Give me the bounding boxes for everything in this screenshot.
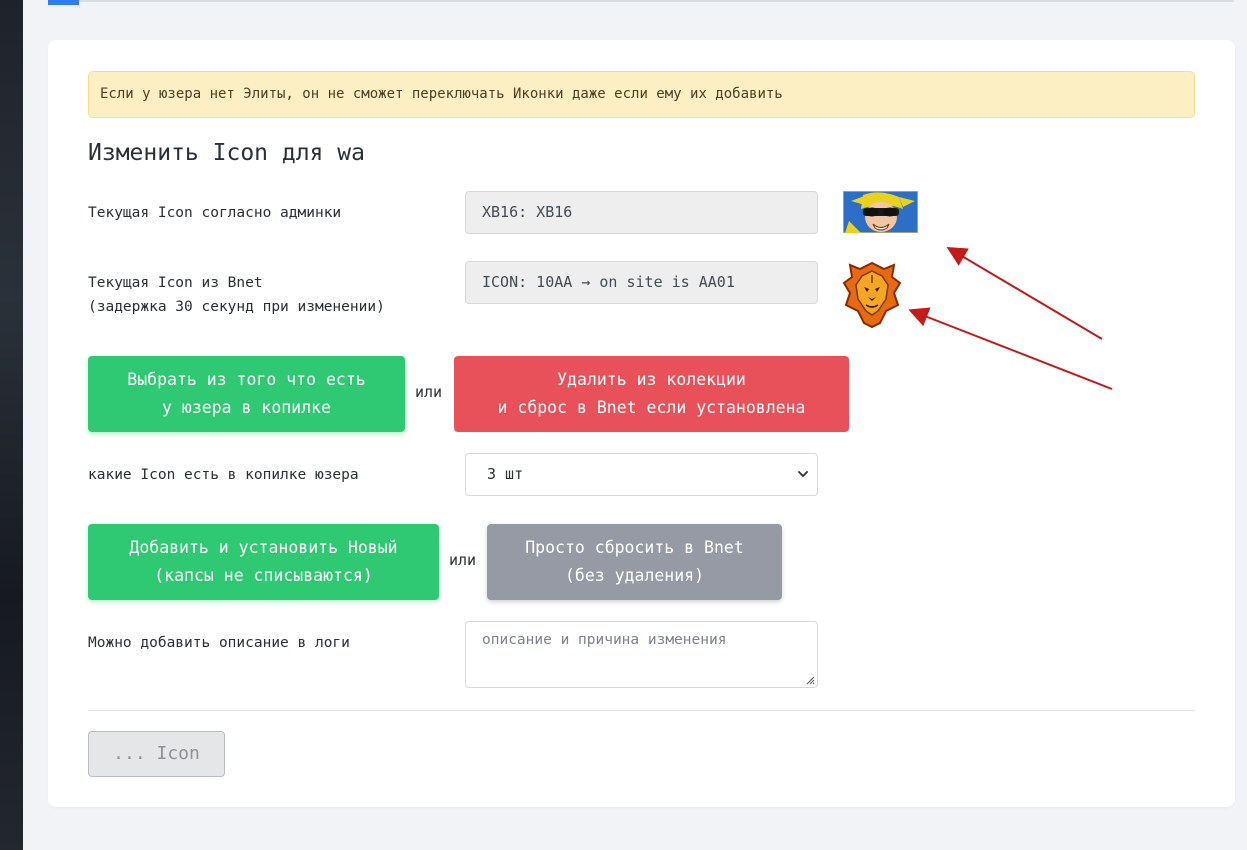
background-image-strip: [0, 0, 23, 850]
tab-bar-border: [48, 0, 1234, 2]
current-admin-icon-field: XB16: XB16: [465, 191, 818, 234]
choose-button-line2: у юзера в копилке: [162, 398, 331, 417]
log-description-label: Можно добавить описание в логи: [88, 635, 350, 651]
lion-emblem-icon: [842, 261, 902, 330]
collection-select[interactable]: 3 шт: [465, 453, 818, 496]
submit-icon-button[interactable]: ... Icon: [88, 731, 225, 777]
delete-button-line1: Удалить из колекции: [557, 370, 746, 389]
current-bnet-icon-field: ICON: 10AA → on site is AA01: [465, 261, 818, 304]
delete-button-line2: и сброс в Bnet если установлена: [497, 398, 806, 417]
current-bnet-label-line2: (задержка 30 секунд при изменении): [88, 299, 385, 315]
log-description-textarea[interactable]: описание и причина изменения: [465, 621, 818, 688]
icon-edit-card: Если у юзера нет Элиты, он не сможет пер…: [48, 40, 1235, 807]
add-and-set-new-button[interactable]: Добавить и установить Новый (капсы не сп…: [88, 524, 439, 600]
reset-bnet-button[interactable]: Просто сбросить в Bnet (без удаления): [487, 524, 782, 600]
current-bnet-label-line1: Текущая Icon из Bnet: [88, 275, 263, 291]
choose-from-collection-button[interactable]: Выбрать из того что есть у юзера в копил…: [88, 356, 405, 432]
or-label-top: или: [415, 383, 443, 401]
delete-from-collection-button[interactable]: Удалить из колекции и сброс в Bnet если …: [454, 356, 849, 432]
current-admin-icon-label: Текущая Icon согласно админки: [88, 205, 342, 221]
log-description-placeholder: описание и причина изменения: [482, 632, 727, 648]
active-tab-indicator[interactable]: [48, 0, 79, 5]
collection-select-value: 3 шт: [487, 465, 524, 483]
or-label-bottom: или: [449, 551, 477, 569]
collection-label: какие Icon есть в копилке юзера: [88, 467, 359, 483]
character-avatar-icon: [842, 190, 919, 234]
chevron-down-icon: [798, 471, 808, 477]
reset-button-line2: (без удаления): [564, 566, 705, 585]
alert-text: Если у юзера нет Элиты, он не сможет пер…: [100, 86, 783, 102]
add-button-line2: (капсы не списываются): [154, 566, 373, 585]
resize-grip-icon[interactable]: [805, 675, 815, 685]
current-bnet-icon-label: Текущая Icon из Bnet (задержка 30 секунд…: [88, 271, 385, 319]
form-divider: [88, 710, 1195, 711]
elite-warning-alert: Если у юзера нет Элиты, он не сможет пер…: [88, 71, 1195, 118]
add-button-line1: Добавить и установить Новый: [129, 538, 398, 557]
choose-button-line1: Выбрать из того что есть: [127, 370, 366, 389]
page-title: Изменить Icon для wa: [88, 140, 365, 166]
reset-button-line1: Просто сбросить в Bnet: [525, 538, 744, 557]
